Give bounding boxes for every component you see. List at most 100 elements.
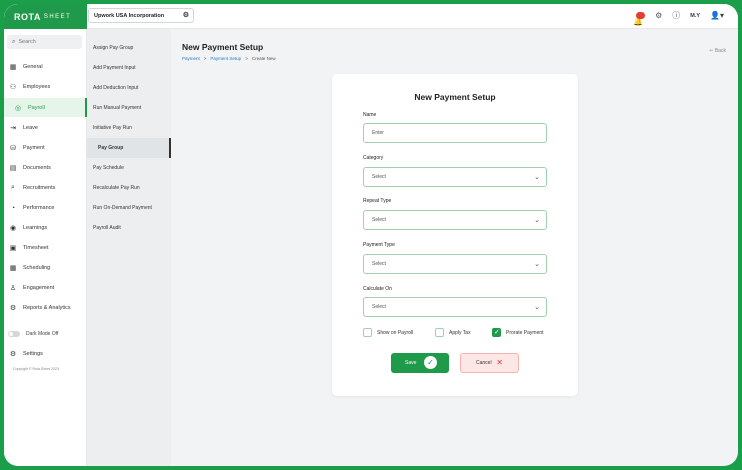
submenu-item[interactable]: Pay Schedule xyxy=(87,158,171,178)
gear-icon: ⚙ xyxy=(9,351,17,358)
sidebar-item-recruitments[interactable]: ⌕ Recruitments xyxy=(4,179,87,197)
close-icon: ✕ xyxy=(496,358,503,367)
learnings-icon: ◉ xyxy=(9,225,17,232)
back-label: Back xyxy=(714,48,726,54)
sidebar-item-label: Documents xyxy=(23,165,51,171)
category-value: Select xyxy=(372,174,386,180)
submenu-item[interactable]: Run Manual Payment xyxy=(87,98,171,118)
sidebar-item-timesheet[interactable]: ▣ Timesheet xyxy=(4,239,87,257)
cancel-button[interactable]: Cancel ✕ xyxy=(460,353,519,373)
performance-icon: ◔ xyxy=(10,204,16,212)
sidebar-item-payment[interactable]: ⛁ Payment xyxy=(4,139,87,157)
user-initials[interactable]: M.Y xyxy=(690,13,700,19)
sidebar-item-label: Leave xyxy=(23,125,38,131)
sidebar-item-label: General xyxy=(23,64,43,70)
sidebar-item-payroll[interactable]: ◎ Payroll xyxy=(4,98,87,117)
page-title: New Payment Setup xyxy=(182,42,264,52)
documents-icon: ▤ xyxy=(9,165,17,172)
category-select[interactable]: Select ⌄ xyxy=(363,167,547,187)
sidebar-item-label: Engagement xyxy=(23,285,55,291)
payroll-submenu: Assign Pay Group Add Payment Input Add D… xyxy=(87,29,171,466)
save-label: Save xyxy=(405,360,417,366)
sidebar-item-learnings[interactable]: ◉ Learnings xyxy=(4,219,87,237)
submenu-item[interactable]: Payroll Audit xyxy=(87,218,171,238)
notification-badge xyxy=(636,11,646,19)
checkbox-label: Show on Payroll xyxy=(377,329,414,336)
sidebar-item-leave[interactable]: ⇥ Leave xyxy=(4,119,87,137)
breadcrumb-payment[interactable]: Payment xyxy=(182,56,200,61)
submenu-item[interactable]: Add Deduction Input xyxy=(87,78,171,98)
breadcrumb-separator: > xyxy=(203,56,207,61)
app-window: ROTA SHEET Upwork USA Incorporation ⚙ 🔔 … xyxy=(4,4,738,466)
sidebar-item-label: Payment xyxy=(23,145,45,151)
sidebar-item-employees[interactable]: ⚇ Employees xyxy=(4,78,87,96)
submenu-item[interactable]: Add Payment Input xyxy=(87,58,171,78)
options-checkboxes: Show on Payroll Apply Tax Prorate Paymen… xyxy=(363,328,547,338)
submenu-item[interactable]: Assign Pay Group xyxy=(87,38,171,58)
help-icon[interactable]: ⓘ xyxy=(672,10,680,21)
timesheet-icon: ▣ xyxy=(9,245,17,252)
chevron-down-icon: ⌄ xyxy=(534,261,540,268)
sidebar-item-performance[interactable]: ◔ Performance xyxy=(4,199,87,217)
sidebar-item-settings[interactable]: ⚙ Settings xyxy=(4,345,87,363)
submenu-item[interactable]: Initiative Pay Run xyxy=(87,118,171,138)
sidebar-item-scheduling[interactable]: ▦ Scheduling xyxy=(4,259,87,277)
sidebar-item-label: Reports & Analytics xyxy=(23,305,71,311)
sidebar-item-label: Employees xyxy=(23,84,51,90)
checkbox-label: Prorate Payment xyxy=(506,329,544,336)
sidebar-item-general[interactable]: ▦ General xyxy=(4,58,87,76)
general-icon: ▦ xyxy=(9,64,17,71)
calculate-on-value: Select xyxy=(372,304,386,310)
search-input[interactable]: ⌕ Search xyxy=(7,35,82,49)
sidebar-item-label: Payroll xyxy=(28,104,45,111)
engagement-icon: ♙ xyxy=(9,285,17,292)
submenu-item[interactable]: Run On-Demand Payment xyxy=(87,198,171,218)
payment-icon: ⛁ xyxy=(10,145,16,152)
top-icons: 🔔 ⚙ ⓘ M.Y 👤▾ xyxy=(633,10,724,26)
company-selector[interactable]: Upwork USA Incorporation ⚙ xyxy=(88,8,194,23)
employees-icon: ⚇ xyxy=(9,84,17,91)
breadcrumb-payment-setup[interactable]: Payment Setup xyxy=(210,56,241,61)
logo-sub: SHEET xyxy=(43,14,72,20)
breadcrumb-separator: > xyxy=(245,56,248,61)
scheduling-icon: ▦ xyxy=(9,265,17,272)
repeat-type-value: Select xyxy=(372,217,386,223)
calculate-on-label: Calculate On xyxy=(363,286,392,292)
submenu-item[interactable]: Recalculate Pay Run xyxy=(87,178,171,198)
sidebar-item-documents[interactable]: ▤ Documents xyxy=(4,159,87,177)
sidebar-item-reports[interactable]: ⚙ Reports & Analytics xyxy=(4,299,87,317)
sidebar-item-label: Learnings xyxy=(23,225,48,231)
checkbox-box[interactable] xyxy=(363,328,372,337)
breadcrumb: Payment > Payment Setup > Create New xyxy=(182,56,276,61)
user-avatar-icon[interactable]: 👤▾ xyxy=(710,11,724,20)
check-icon: ✓ xyxy=(424,356,437,369)
company-settings-icon[interactable]: ⚙ xyxy=(183,11,189,19)
calculate-on-select[interactable]: Select ⌄ xyxy=(363,297,547,317)
name-field[interactable]: Enter xyxy=(363,123,547,143)
dark-mode-toggle[interactable]: Dark Mode Off xyxy=(8,331,58,337)
apply-tax-checkbox[interactable]: Apply Tax xyxy=(435,328,471,337)
back-button[interactable]: ⇐ Back xyxy=(709,48,726,54)
toggle-switch[interactable] xyxy=(8,331,20,337)
checkbox-box-checked[interactable] xyxy=(492,328,501,337)
save-button[interactable]: Save ✓ xyxy=(391,353,449,373)
prorate-payment-checkbox[interactable]: Prorate Payment xyxy=(492,328,544,337)
repeat-type-select[interactable]: Select ⌄ xyxy=(363,210,547,230)
gear-icon[interactable]: ⚙ xyxy=(655,11,662,20)
name-label: Name xyxy=(363,112,377,118)
category-label: Category xyxy=(363,155,384,161)
payment-type-select[interactable]: Select ⌄ xyxy=(363,254,547,274)
name-placeholder: Enter xyxy=(372,130,384,136)
notification-bell-icon[interactable]: 🔔 xyxy=(633,11,646,26)
sidebar-item-label: Scheduling xyxy=(23,265,51,271)
checkbox-box[interactable] xyxy=(435,328,444,337)
chevron-down-icon: ⌄ xyxy=(534,174,540,181)
sidebar-item-label: Timesheet xyxy=(23,245,49,251)
submenu-item-active[interactable]: Pay Group xyxy=(87,138,171,158)
search-placeholder: Search xyxy=(18,39,36,45)
sidebar-item-engagement[interactable]: ♙ Engagement xyxy=(4,279,87,297)
show-on-payroll-checkbox[interactable]: Show on Payroll xyxy=(363,328,413,337)
chevron-down-icon: ⌄ xyxy=(534,217,540,224)
sidebar-item-label: Settings xyxy=(23,351,43,357)
logo[interactable]: ROTA SHEET xyxy=(4,4,87,29)
